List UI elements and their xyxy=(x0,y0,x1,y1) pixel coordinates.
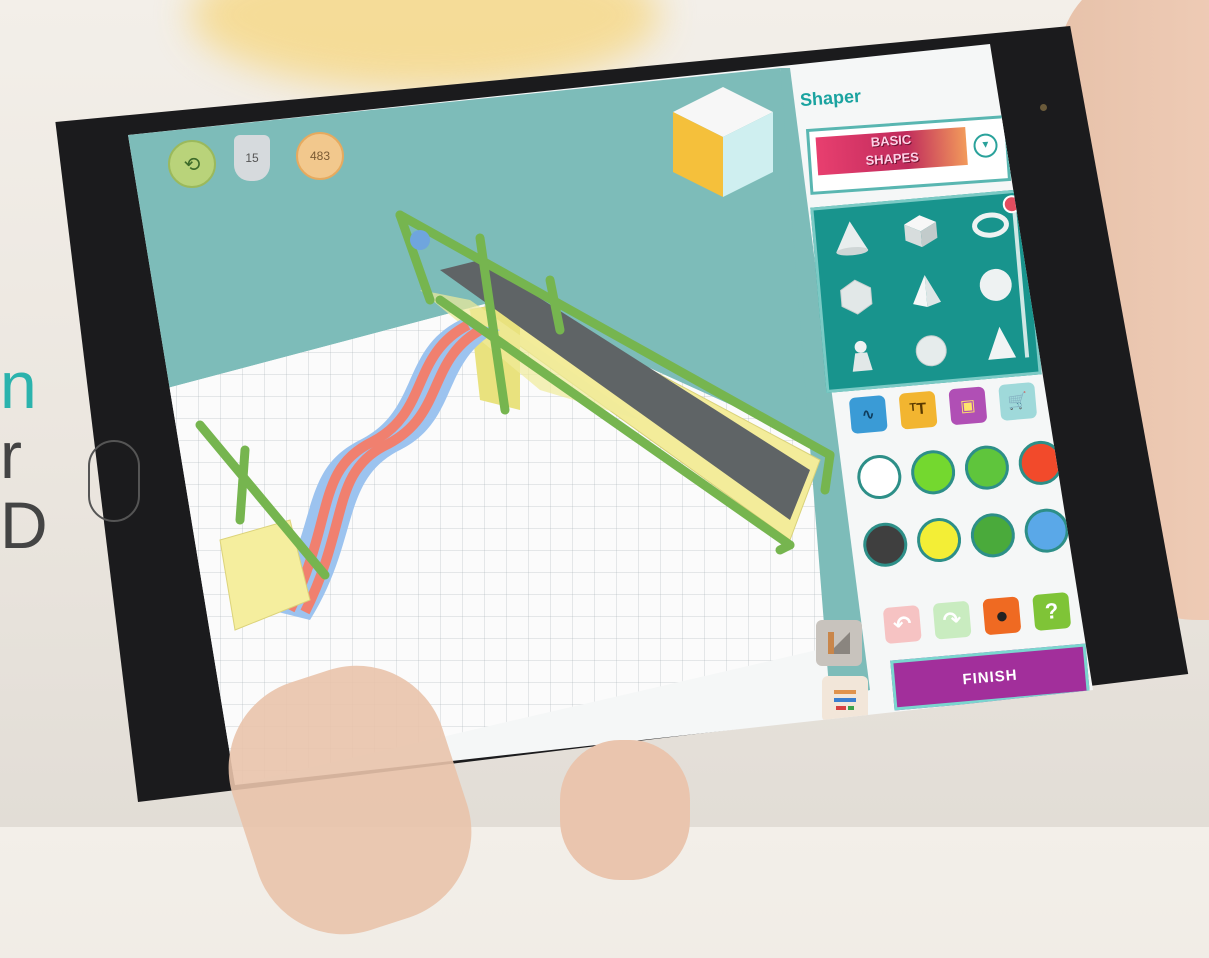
category-selector[interactable]: BASIC SHAPES ▼ xyxy=(805,115,1012,195)
color-yellow[interactable] xyxy=(915,516,963,564)
shape-pyramid[interactable] xyxy=(889,258,964,324)
finish-label: FINISH xyxy=(961,666,1019,688)
geodesic-icon xyxy=(915,335,947,367)
color-swatches xyxy=(855,439,1071,569)
gift-tool-button[interactable]: ▣ xyxy=(948,386,988,426)
wallpaper-tool-button[interactable] xyxy=(816,620,862,666)
icosahedron-icon xyxy=(840,279,873,315)
undo-circle-button[interactable]: ⟲ xyxy=(168,140,216,188)
bomb-icon: ● xyxy=(994,602,1010,629)
help-icon: ? xyxy=(1043,597,1060,625)
bomb-button[interactable]: ● xyxy=(982,596,1022,636)
chevron-down-icon[interactable]: ▼ xyxy=(972,132,999,159)
cube-icon xyxy=(904,215,938,248)
pyramid-icon xyxy=(913,275,941,307)
shape-icosahedron[interactable] xyxy=(819,264,894,330)
help-button[interactable]: ? xyxy=(1032,591,1072,631)
coins-counter: 483 xyxy=(296,132,344,180)
bottom-thumb xyxy=(560,740,690,880)
curve-tool-button[interactable]: ∿ xyxy=(848,395,888,435)
curve-icon: ∿ xyxy=(860,405,876,425)
color-white[interactable] xyxy=(855,453,904,501)
shape-pawn[interactable] xyxy=(824,324,899,390)
color-blue[interactable] xyxy=(1022,506,1071,555)
level-badge-value: 15 xyxy=(245,151,259,165)
shape-geodesic[interactable] xyxy=(894,318,969,384)
build-tools-button[interactable] xyxy=(822,676,868,722)
cart-tool-button[interactable]: 🛒 xyxy=(998,381,1038,421)
undo-arrow-icon: ⟲ xyxy=(183,153,201,176)
text-tool-button[interactable]: ᵀT xyxy=(898,390,938,430)
cone-icon xyxy=(836,221,869,256)
color-lime[interactable] xyxy=(909,448,957,497)
view-cube-icon[interactable] xyxy=(668,82,778,202)
panel-title: Shaper xyxy=(799,85,862,111)
shape-cone[interactable] xyxy=(814,204,889,270)
color-green[interactable] xyxy=(963,443,1011,492)
color-dark-green[interactable] xyxy=(969,511,1017,560)
gift-icon: ▣ xyxy=(959,397,977,416)
undo-icon: ↶ xyxy=(891,610,913,638)
sphere-icon xyxy=(979,268,1012,301)
level-badge: 15 xyxy=(234,135,270,181)
tools-icon xyxy=(834,690,856,710)
text-icon: ᵀT xyxy=(908,400,928,419)
home-button[interactable] xyxy=(88,440,140,522)
cart-icon: 🛒 xyxy=(1007,392,1029,412)
cone-tall-icon xyxy=(988,326,1017,360)
coins-value: 483 xyxy=(309,149,331,163)
camera-icon xyxy=(1040,104,1047,111)
redo-button[interactable]: ↷ xyxy=(932,600,972,640)
category-thumbnail: BASIC SHAPES xyxy=(815,126,968,176)
color-dark-gray[interactable] xyxy=(861,520,910,569)
undo-button[interactable]: ↶ xyxy=(882,605,922,645)
tablet: ⟲ 15 483 Shaper BASIC SHAPES ▼ ∿ ᵀT ▣ 🛒 … xyxy=(0,0,1209,827)
wallpaper-icon xyxy=(828,632,850,654)
shape-cube[interactable] xyxy=(883,198,958,264)
shapes-palette xyxy=(810,188,1042,394)
redo-icon: ↷ xyxy=(941,606,963,633)
pawn-icon xyxy=(852,340,873,372)
